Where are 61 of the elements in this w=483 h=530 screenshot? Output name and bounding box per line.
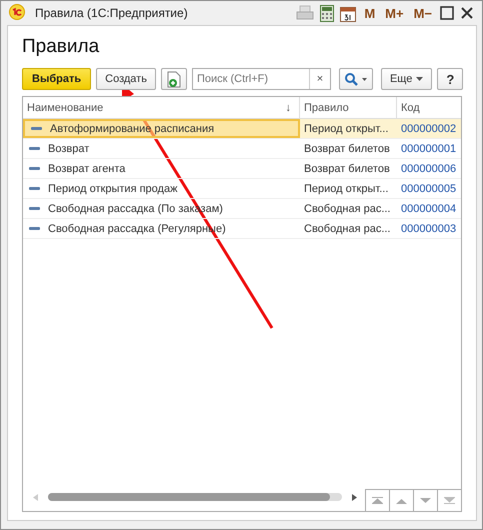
clear-button[interactable]: × bbox=[308, 69, 330, 89]
app-logo-icon bbox=[9, 4, 25, 22]
help-button[interactable]: ? bbox=[437, 68, 464, 90]
rule-cell-text: Период открыт... bbox=[303, 122, 390, 136]
column-header[interactable]: Код bbox=[397, 97, 461, 118]
close-icon[interactable] bbox=[460, 6, 474, 20]
rule-cell-text: Период открыт... bbox=[303, 182, 390, 196]
jump-bottom-icon bbox=[444, 497, 455, 504]
rule-cell-text: Возврат билетов bbox=[303, 162, 391, 176]
name-cell: Автоформирование расписания bbox=[50, 122, 214, 134]
printer-icon[interactable] bbox=[296, 5, 314, 21]
name-cell: Период открытия продаж bbox=[48, 182, 178, 194]
table-row[interactable]: Период открытия продаж Период открыт... 000000005 bbox=[23, 179, 461, 199]
caret-icon bbox=[416, 77, 424, 81]
window-title: Правила (1С:Предприятие) bbox=[35, 6, 188, 20]
name-cell: Возврат агента bbox=[48, 162, 126, 174]
memory-button[interactable]: M− bbox=[412, 6, 434, 20]
item-icon bbox=[31, 127, 42, 130]
maximize-icon[interactable] bbox=[440, 6, 454, 20]
page-up-button[interactable] bbox=[389, 489, 413, 511]
code-cell-text: 000000006 bbox=[400, 162, 458, 176]
code-cell-text: 000000002 bbox=[400, 122, 458, 136]
calculator-icon[interactable] bbox=[320, 4, 334, 22]
document-plus-icon bbox=[166, 70, 181, 88]
copy-button[interactable] bbox=[160, 68, 187, 90]
column-header[interactable]: Правило bbox=[300, 97, 397, 118]
sort-arrow: ↓ bbox=[286, 102, 291, 114]
search-field[interactable]: Поиск (Ctrl+F) × bbox=[192, 68, 331, 90]
item-icon bbox=[29, 167, 40, 170]
code-cell-text: 000000001 bbox=[400, 142, 458, 156]
table-row[interactable]: Возврат Возврат билетов 000000001 bbox=[23, 139, 461, 159]
first-page-button[interactable] bbox=[365, 489, 389, 511]
table-row[interactable]: Возврат агента Возврат билетов 000000006 bbox=[23, 159, 461, 179]
item-icon bbox=[29, 227, 40, 230]
column-header[interactable]: Наименование ↓ bbox=[23, 97, 300, 118]
item-icon bbox=[29, 187, 40, 190]
table-row[interactable]: Автоформирование расписания Период открыт... 000000002 bbox=[23, 119, 461, 139]
code-cell-text: 000000003 bbox=[400, 222, 458, 236]
rule-cell-text: Свободная рас... bbox=[303, 202, 392, 216]
create-button[interactable]: Создать bbox=[96, 68, 156, 90]
last-page-button[interactable] bbox=[437, 489, 461, 511]
item-icon bbox=[29, 207, 40, 210]
name-cell: Возврат bbox=[48, 142, 90, 154]
scroll-right-icon[interactable] bbox=[352, 494, 357, 500]
rule-cell-text: Свободная рас... bbox=[303, 222, 392, 236]
rule-cell-text: Возврат билетов bbox=[303, 142, 391, 156]
memory-button[interactable]: M+ bbox=[383, 6, 406, 20]
search-icon bbox=[344, 72, 368, 86]
item-icon bbox=[29, 147, 40, 150]
form-heading: Правила bbox=[22, 35, 100, 59]
up-triangle-icon bbox=[396, 498, 407, 504]
calendar-icon[interactable] bbox=[340, 4, 356, 22]
search-button[interactable] bbox=[338, 68, 373, 90]
code-cell-text: 000000004 bbox=[400, 202, 458, 216]
jump-top-icon bbox=[372, 497, 383, 504]
down-triangle-icon bbox=[420, 498, 431, 504]
code-cell-text: 000000005 bbox=[400, 182, 458, 196]
memory-button[interactable]: M bbox=[362, 6, 378, 20]
more-button[interactable]: Еще bbox=[380, 68, 432, 90]
select-button[interactable]: Выбрать bbox=[22, 68, 92, 90]
page-down-button[interactable] bbox=[413, 489, 437, 511]
